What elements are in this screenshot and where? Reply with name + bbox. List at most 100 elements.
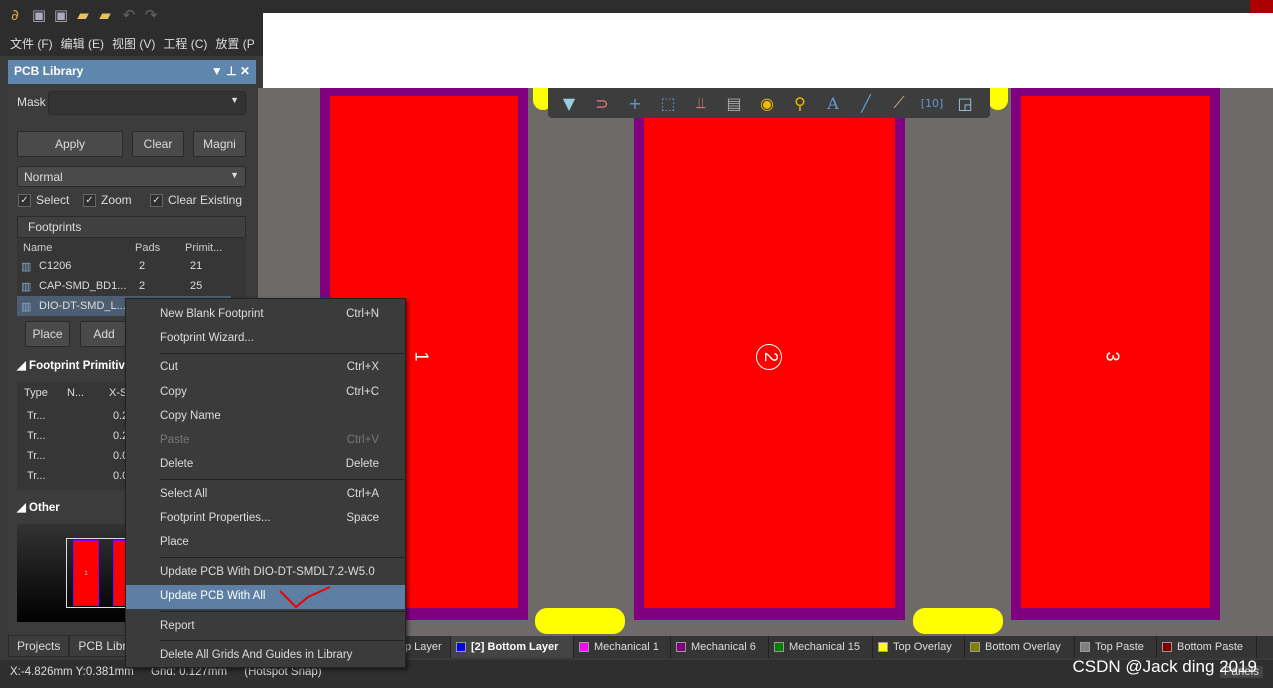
col-name[interactable]: N...	[67, 387, 84, 399]
menu-item-place[interactable]: Place	[126, 531, 405, 555]
layer-name: p Layer	[405, 641, 442, 653]
col-prims[interactable]: Primit...	[185, 242, 222, 254]
layer-tab[interactable]: Top Overlay	[873, 636, 965, 658]
footprint-icon: ▥	[21, 300, 32, 313]
layer-color-swatch	[1162, 642, 1172, 652]
menu-edit[interactable]: 编辑 (E)	[61, 35, 104, 51]
menu-file[interactable]: 文件 (F)	[10, 35, 53, 51]
col-pads[interactable]: Pads	[135, 242, 160, 254]
panel-header: PCB Library ▼ ⊥ ✕	[8, 60, 256, 84]
table-row[interactable]: ▥ C1206 2 21	[21, 256, 233, 276]
select-rect-icon[interactable]: ⬚	[653, 94, 683, 113]
layer-tab[interactable]: Mechanical 1	[574, 636, 671, 658]
menu-place[interactable]: 放置 (P	[215, 35, 254, 51]
add-button[interactable]: Add	[80, 321, 128, 347]
menu-item-label: Delete All Grids And Guides in Library	[160, 649, 353, 661]
menu-item-footprint-properties[interactable]: Footprint Properties... Space	[126, 507, 405, 531]
menu-item-shortcut: Ctrl+A	[346, 488, 379, 500]
menu-item-label: Place	[160, 536, 189, 548]
save-icon[interactable]: ▣	[30, 6, 48, 24]
overlay-mark	[913, 608, 1003, 634]
align-icon[interactable]: ⫫	[686, 93, 716, 113]
dropdown-icon[interactable]: ▼	[211, 64, 223, 78]
menu-item-shortcut: Delete	[345, 458, 379, 470]
table-row[interactable]: ▥ CAP-SMD_BD1... 2 25	[21, 276, 233, 296]
snap-magnet-icon[interactable]: ⊃	[587, 94, 617, 113]
menu-separator	[160, 479, 404, 480]
dimension-icon[interactable]: [10]	[917, 97, 947, 110]
primitives-header[interactable]: ◢ Footprint Primitiv	[17, 358, 125, 372]
pad-3[interactable]: 3	[1011, 88, 1220, 620]
menu-item-shortcut: Space	[346, 512, 379, 524]
pad-icon[interactable]: ◉	[752, 94, 782, 113]
menu-item-delete[interactable]: Delete Delete	[126, 453, 405, 477]
menu-item-label: Paste	[160, 434, 190, 446]
menu-project[interactable]: 工程 (C)	[163, 35, 207, 51]
layer-tab[interactable]: p Layer	[400, 636, 451, 658]
redo-icon[interactable]: ↷	[142, 6, 160, 24]
pcb-canvas[interactable]: 1 2 3	[258, 78, 1273, 636]
col-name[interactable]: Name	[23, 242, 52, 254]
layer-tab[interactable]: Mechanical 6	[671, 636, 769, 658]
menu-item-report[interactable]: Report	[126, 615, 405, 639]
route-icon[interactable]: ⟋	[884, 93, 914, 113]
menu-separator	[160, 640, 404, 641]
move-cross-icon[interactable]: +	[620, 94, 650, 113]
menu-item-footprint-wizard[interactable]: Footprint Wizard...	[126, 327, 405, 351]
layer-color-swatch	[456, 642, 466, 652]
layer-name: Top Paste	[1095, 641, 1144, 653]
close-icon[interactable]: ✕	[240, 64, 250, 78]
mode-value: Normal	[24, 170, 63, 184]
open-folder-icon[interactable]: ▰	[74, 6, 92, 24]
layer-tab[interactable]: [2] Bottom Layer	[451, 636, 574, 658]
pad-2[interactable]: 2	[634, 88, 905, 620]
select-checkbox[interactable]: ✓ Select	[18, 193, 69, 207]
layer-tab[interactable]: Mechanical 15	[769, 636, 873, 658]
chevron-down-icon: ▼	[230, 170, 239, 180]
save-all-icon[interactable]: ▣	[52, 6, 70, 24]
apply-button[interactable]: Apply	[17, 131, 123, 157]
menu-item-update-pcb-with-all[interactable]: Update PCB With All	[126, 585, 405, 609]
pin-icon[interactable]: ⊥	[226, 64, 236, 78]
menu-view[interactable]: 视图 (V)	[112, 35, 155, 51]
col-type[interactable]: Type	[24, 387, 48, 399]
layer-tab[interactable]: Bottom Paste	[1157, 636, 1257, 658]
menu-item-copy-name[interactable]: Copy Name	[126, 405, 405, 429]
menu-item-label: New Blank Footprint	[160, 308, 264, 320]
mode-select[interactable]: Normal ▼	[17, 166, 246, 187]
mask-input[interactable]: ▼	[48, 91, 246, 115]
menu-item-label: Copy Name	[160, 410, 221, 422]
footprints-header: Footprints	[17, 216, 246, 238]
line-icon[interactable]: ╱	[851, 94, 881, 113]
menu-item-delete-all-grids-and-guides-in-library[interactable]: Delete All Grids And Guides in Library	[126, 644, 405, 668]
filter-icon[interactable]: ▼	[554, 94, 584, 113]
region-icon[interactable]: ◲	[950, 94, 980, 113]
menu-item-copy[interactable]: Copy Ctrl+C	[126, 381, 405, 405]
panel-tabs: Projects PCB Librar	[8, 635, 147, 657]
layer-color-swatch	[878, 642, 888, 652]
menu-item-label: Footprint Wizard...	[160, 332, 254, 344]
clear-existing-checkbox[interactable]: ✓ Clear Existing	[150, 193, 242, 207]
blank-overlay	[263, 13, 1273, 88]
menu-item-select-all[interactable]: Select All Ctrl+A	[126, 483, 405, 507]
clear-button[interactable]: Clear	[132, 131, 184, 157]
tab-projects[interactable]: Projects	[8, 635, 70, 657]
menu-item-new-blank-footprint[interactable]: New Blank Footprint Ctrl+N	[126, 303, 405, 327]
menu-item-label: Update PCB With All	[160, 590, 266, 602]
layer-tab[interactable]: Bottom Overlay	[965, 636, 1075, 658]
cursor-coords: X:-4.826mm Y:0.381mm	[10, 666, 134, 678]
open-project-icon[interactable]: ▰	[96, 6, 114, 24]
zoom-checkbox[interactable]: ✓ Zoom	[83, 193, 132, 207]
place-button[interactable]: Place	[25, 321, 70, 347]
menu-item-label: Report	[160, 620, 195, 632]
menu-item-cut[interactable]: Cut Ctrl+X	[126, 356, 405, 380]
text-icon[interactable]: A	[818, 94, 848, 113]
via-icon[interactable]: ⚲	[785, 94, 815, 113]
menu-item-update-pcb-with-dio-dt-smdl7-2-w5-0[interactable]: Update PCB With DIO-DT-SMDL7.2-W5.0	[126, 561, 405, 585]
close-window-button[interactable]	[1250, 0, 1273, 13]
other-header[interactable]: ◢ Other	[17, 500, 60, 514]
layer-tab[interactable]: Top Paste	[1075, 636, 1157, 658]
undo-icon[interactable]: ↶	[120, 6, 138, 24]
magnify-button[interactable]: Magni	[193, 131, 246, 157]
component-icon[interactable]: ▤	[719, 94, 749, 113]
